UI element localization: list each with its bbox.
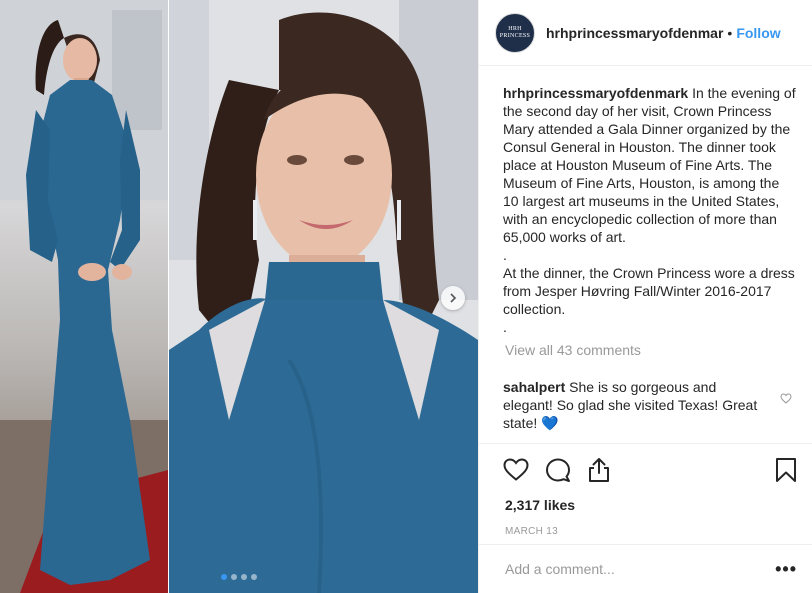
add-comment-input[interactable]: [505, 561, 776, 577]
post-caption: hrhprincessmaryofdenmark In the evening …: [479, 66, 812, 336]
save-button[interactable]: [775, 457, 797, 483]
heart-icon: [503, 458, 529, 481]
comment-item: sahalpert She is so gorgeous and elegant…: [479, 358, 812, 432]
post-side-panel: HRH PRINCESS hrhprincessmaryofdenmar • F…: [478, 0, 812, 593]
comment-username-link[interactable]: sahalpert: [503, 379, 565, 395]
header-separator: •: [727, 24, 733, 41]
caption-text-2: At the dinner, the Crown Princess wore a…: [503, 265, 795, 317]
carousel-dot: [251, 574, 257, 580]
add-comment-bar: •••: [479, 544, 812, 593]
caption-text: In the evening of the second day of her …: [503, 85, 796, 245]
avatar[interactable]: HRH PRINCESS: [495, 12, 535, 53]
post-actions-section: 2,317 likes MARCH 13: [479, 443, 812, 537]
more-options-button[interactable]: •••: [775, 559, 797, 580]
share-icon: [589, 458, 609, 482]
follow-button[interactable]: Follow: [736, 25, 780, 41]
like-comment-button[interactable]: [780, 390, 792, 408]
action-buttons: [479, 444, 812, 496]
carousel-dot: [221, 574, 227, 580]
like-button[interactable]: [503, 458, 529, 482]
caption-dot: .: [503, 319, 507, 335]
carousel-indicator: [221, 574, 257, 580]
likes-count[interactable]: 2,317 likes: [479, 497, 812, 513]
small-heart-icon: [780, 393, 792, 404]
chevron-right-icon: [450, 293, 457, 303]
post-date[interactable]: MARCH 13: [479, 526, 812, 537]
next-slide-button[interactable]: [441, 286, 465, 310]
comment-icon: [546, 458, 570, 482]
post-header: HRH PRINCESS hrhprincessmaryofdenmar • F…: [479, 0, 812, 66]
avatar-logo-text: HRH PRINCESS: [499, 25, 531, 39]
header-username-link[interactable]: hrhprincessmaryofdenmar: [546, 25, 723, 41]
photo-full-length: [0, 0, 168, 593]
bookmark-icon: [776, 458, 796, 482]
caption-username-link[interactable]: hrhprincessmaryofdenmark: [503, 85, 688, 101]
photo-portrait: [169, 0, 478, 593]
post-photo[interactable]: [0, 0, 478, 593]
portrait-illustration: [169, 0, 478, 593]
view-all-comments-link[interactable]: View all 43 comments: [505, 342, 812, 358]
share-button[interactable]: [587, 457, 611, 483]
caption-dot: .: [503, 247, 507, 263]
carousel-dot: [241, 574, 247, 580]
comment-button[interactable]: [545, 457, 571, 483]
carousel-dot: [231, 574, 237, 580]
full-length-illustration: [0, 0, 168, 593]
